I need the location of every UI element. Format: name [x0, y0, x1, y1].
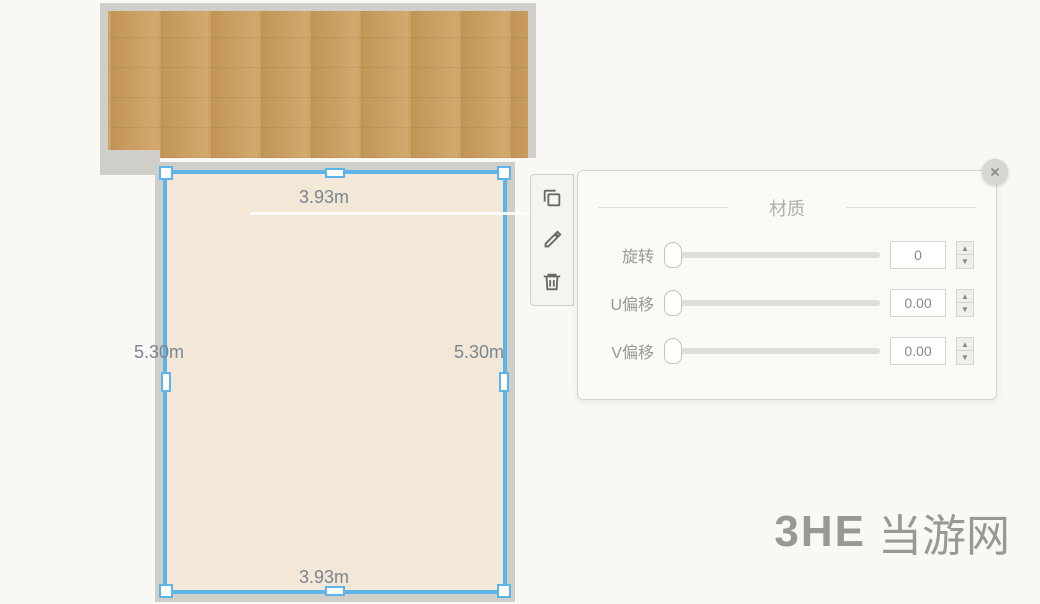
dimension-top: 3.93m	[295, 185, 353, 210]
rotation-value[interactable]: 0	[890, 241, 946, 269]
dimension-right: 5.30m	[450, 340, 508, 365]
watermark-logo: 3HE	[774, 507, 866, 557]
copy-icon	[541, 187, 563, 209]
highlight-indicator	[250, 212, 530, 215]
v-offset-value[interactable]: 0.00	[890, 337, 946, 365]
slider-row-u-offset: U偏移 0.00 ▲ ▼	[600, 289, 974, 317]
panel-body: 旋转 0 ▲ ▼ U偏移 0.00 ▲ ▼ V偏移	[578, 231, 996, 395]
eyedropper-icon	[541, 229, 563, 251]
slider-label: V偏移	[600, 339, 654, 363]
stepper-up[interactable]: ▲	[956, 337, 974, 351]
stepper-down[interactable]: ▼	[956, 255, 974, 269]
u-offset-stepper: ▲ ▼	[956, 289, 974, 317]
slider-row-rotation: 旋转 0 ▲ ▼	[600, 241, 974, 269]
stepper-up[interactable]: ▲	[956, 289, 974, 303]
dimension-bottom: 3.93m	[295, 565, 353, 590]
rotation-stepper: ▲ ▼	[956, 241, 974, 269]
stepper-up[interactable]: ▲	[956, 241, 974, 255]
v-offset-slider[interactable]	[664, 348, 880, 354]
wall-segment	[100, 150, 160, 175]
slider-thumb[interactable]	[664, 338, 682, 364]
material-panel: 材质 旋转 0 ▲ ▼ U偏移 0.00 ▲ ▼	[577, 170, 997, 400]
trash-icon	[541, 271, 563, 293]
stepper-down[interactable]: ▼	[956, 351, 974, 365]
slider-label: U偏移	[600, 291, 654, 315]
rotation-slider[interactable]	[664, 252, 880, 258]
watermark: 3HE 当游网	[774, 500, 1010, 564]
panel-title: 材质	[578, 171, 996, 231]
floorplan-canvas[interactable]: 3.93m 3.93m 5.30m 5.30m	[0, 0, 560, 604]
v-offset-stepper: ▲ ▼	[956, 337, 974, 365]
slider-thumb[interactable]	[664, 290, 682, 316]
u-offset-slider[interactable]	[664, 300, 880, 306]
slider-thumb[interactable]	[664, 242, 682, 268]
object-toolbar	[530, 174, 574, 306]
copy-button[interactable]	[535, 181, 569, 215]
room-region[interactable]	[155, 162, 515, 602]
u-offset-value[interactable]: 0.00	[890, 289, 946, 317]
slider-row-v-offset: V偏移 0.00 ▲ ▼	[600, 337, 974, 365]
watermark-text: 当游网	[878, 500, 1010, 564]
wood-floor-region[interactable]	[100, 3, 536, 158]
delete-button[interactable]	[535, 265, 569, 299]
stepper-down[interactable]: ▼	[956, 303, 974, 317]
slider-label: 旋转	[600, 243, 654, 267]
eyedropper-button[interactable]	[535, 223, 569, 257]
dimension-left: 5.30m	[130, 340, 188, 365]
